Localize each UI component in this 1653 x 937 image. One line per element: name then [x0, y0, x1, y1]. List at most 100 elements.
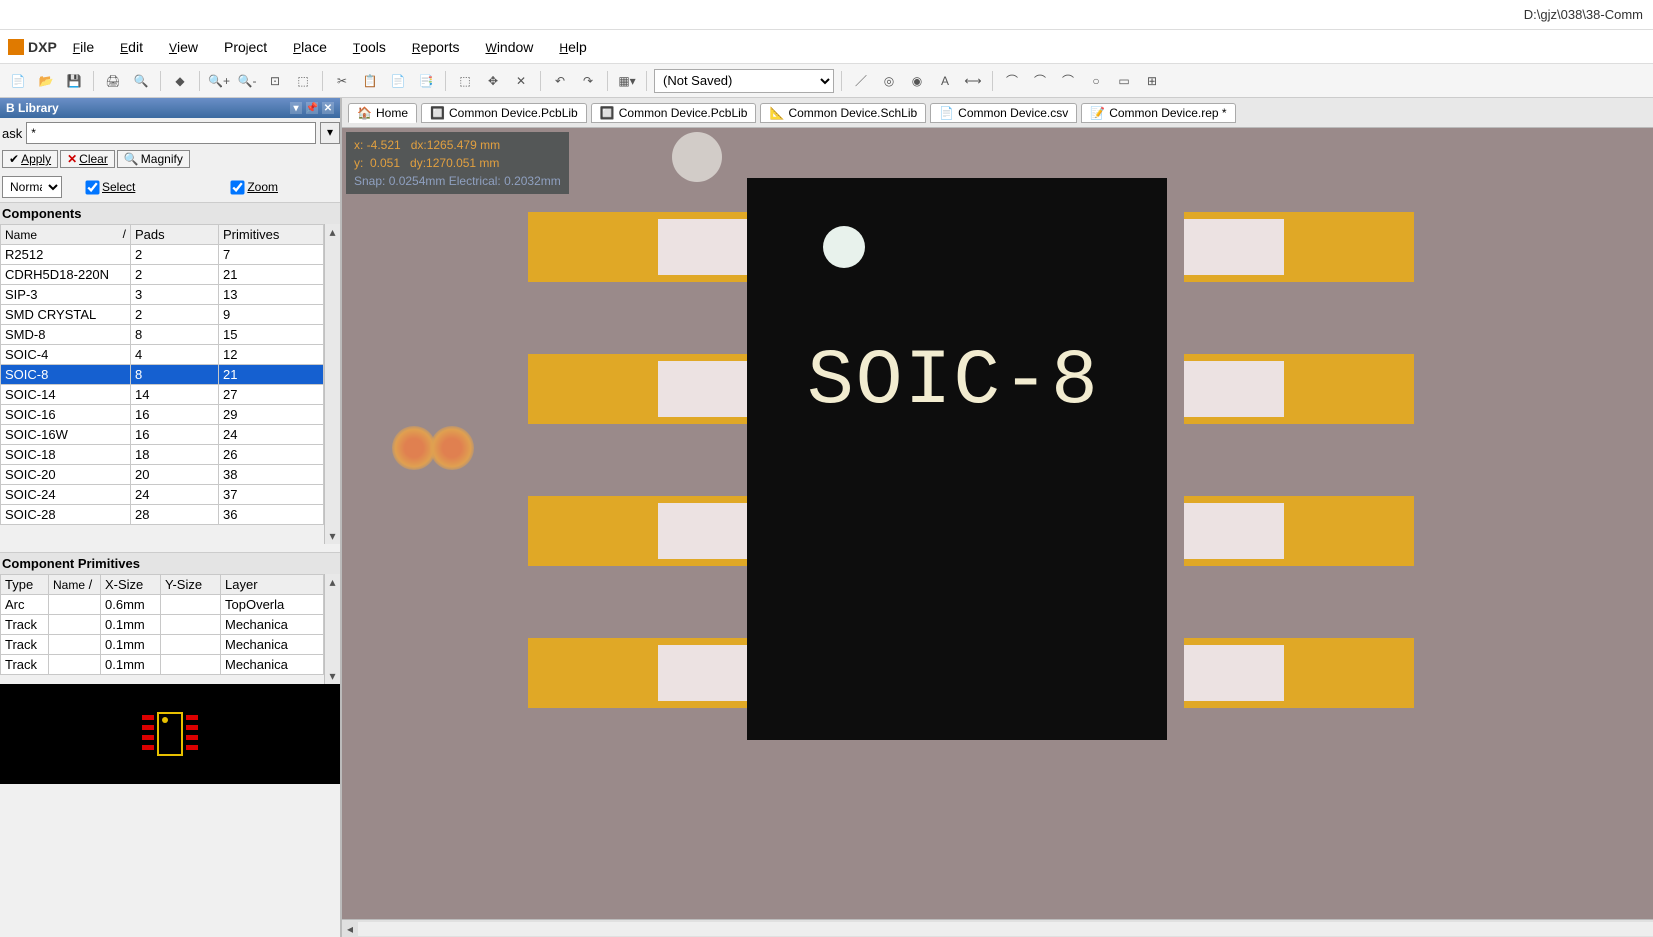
redo-icon[interactable]: ↷: [576, 69, 600, 93]
print-icon[interactable]: 🖨: [101, 69, 125, 93]
table-row[interactable]: SOIC-181826: [1, 445, 324, 465]
column-name2[interactable]: Name /: [49, 575, 101, 595]
primitives-table[interactable]: Type Name / X-Size Y-Size Layer Arc0.6mm…: [0, 574, 324, 675]
line-icon[interactable]: ／: [849, 69, 873, 93]
select-rect-icon[interactable]: ⬚: [453, 69, 477, 93]
column-primitives[interactable]: Primitives: [219, 225, 324, 245]
doc-tab[interactable]: 🏠Home: [348, 103, 417, 123]
paste-special-icon[interactable]: 📑: [414, 69, 438, 93]
table-row[interactable]: R251227: [1, 245, 324, 265]
doc-tab[interactable]: 📐Common Device.SchLib: [760, 103, 926, 123]
scroll-left-icon[interactable]: ◂: [342, 922, 358, 936]
open-icon[interactable]: 📂: [34, 69, 58, 93]
undo-icon[interactable]: ↶: [548, 69, 572, 93]
via-icon[interactable]: ◉: [905, 69, 929, 93]
table-row[interactable]: SOIC-141427: [1, 385, 324, 405]
panel-title-label: B Library: [6, 101, 59, 115]
menu-project[interactable]: Project: [214, 35, 277, 59]
panel-title-bar[interactable]: B Library ▾ 📌 ✕: [0, 98, 340, 118]
fill-icon[interactable]: ▭: [1112, 69, 1136, 93]
menu-place[interactable]: Place: [283, 35, 337, 59]
clear-button[interactable]: ✕Clear: [60, 150, 115, 168]
mask-dropdown-icon[interactable]: ▾: [320, 122, 340, 144]
panel-pin-icon[interactable]: 📌: [306, 102, 318, 114]
table-row[interactable]: Track0.1mmMechanica: [1, 635, 324, 655]
components-table[interactable]: Name/ Pads Primitives R251227CDRH5D18-22…: [0, 224, 324, 525]
mask-level-combo[interactable]: (Not Saved): [654, 69, 834, 93]
save-icon[interactable]: 💾: [62, 69, 86, 93]
primitives-scrollbar[interactable]: ▴ ▾: [324, 574, 340, 684]
mode-combo[interactable]: Normal: [2, 176, 62, 198]
select-checkbox[interactable]: Select: [86, 180, 135, 194]
column-layer[interactable]: Layer: [221, 575, 324, 595]
menu-tools[interactable]: Tools: [343, 35, 396, 59]
menu-view[interactable]: View: [159, 35, 208, 59]
table-row[interactable]: SIP-3313: [1, 285, 324, 305]
table-row[interactable]: Track0.1mmMechanica: [1, 655, 324, 675]
table-row[interactable]: Arc0.6mmTopOverla: [1, 595, 324, 615]
zoom-checkbox[interactable]: Zoom: [231, 180, 278, 194]
menu-help[interactable]: Help: [549, 35, 596, 59]
panel-close-icon[interactable]: ✕: [322, 102, 334, 114]
magnify-button[interactable]: 🔍Magnify: [117, 150, 190, 168]
table-row[interactable]: SMD-8815: [1, 325, 324, 345]
string-icon[interactable]: A: [933, 69, 957, 93]
circle-icon[interactable]: ○: [1084, 69, 1108, 93]
scroll-down-icon[interactable]: ▾: [325, 668, 340, 684]
coordinate-readout: x: -4.521 dx:1265.479 mm y: 0.051 dy:127…: [346, 132, 569, 194]
zoom-area-icon[interactable]: ⬚: [291, 69, 315, 93]
move-icon[interactable]: ✥: [481, 69, 505, 93]
horizontal-scrollbar[interactable]: ◂: [342, 919, 1653, 937]
mask-input[interactable]: *: [26, 122, 316, 144]
cut-icon[interactable]: ✂: [330, 69, 354, 93]
table-row[interactable]: SOIC-282836: [1, 505, 324, 525]
copy-icon[interactable]: 📋: [358, 69, 382, 93]
doc-tab[interactable]: 📝Common Device.rep *: [1081, 103, 1235, 123]
scroll-down-icon[interactable]: ▾: [325, 528, 340, 544]
zoom-fit-icon[interactable]: ⊡: [263, 69, 287, 93]
components-scrollbar[interactable]: ▴ ▾: [324, 224, 340, 544]
menu-edit[interactable]: Edit: [110, 35, 153, 59]
apply-button[interactable]: ✔Apply: [2, 150, 58, 168]
table-row[interactable]: SOIC-242437: [1, 485, 324, 505]
table-row[interactable]: SOIC-161629: [1, 405, 324, 425]
preview-icon[interactable]: 🔍: [129, 69, 153, 93]
menu-file[interactable]: File: [63, 35, 104, 59]
column-xsize[interactable]: X-Size: [101, 575, 161, 595]
menu-reports[interactable]: Reports: [402, 35, 470, 59]
zoom-in-icon[interactable]: 🔍+: [207, 69, 231, 93]
arc2-icon[interactable]: ⌒: [1028, 69, 1052, 93]
pcb-3d-viewer[interactable]: x: -4.521 dx:1265.479 mm y: 0.051 dy:127…: [342, 128, 1653, 919]
column-type[interactable]: Type: [1, 575, 49, 595]
menu-window[interactable]: Window: [475, 35, 543, 59]
column-pads[interactable]: Pads: [131, 225, 219, 245]
zoom-out-icon[interactable]: 🔍-: [235, 69, 259, 93]
dimension-icon[interactable]: ⟷: [961, 69, 985, 93]
arc3-icon[interactable]: ⌒: [1056, 69, 1080, 93]
table-row[interactable]: SMD CRYSTAL29: [1, 305, 324, 325]
pad-icon[interactable]: ◎: [877, 69, 901, 93]
arc1-icon[interactable]: ⌒: [1000, 69, 1024, 93]
table-row[interactable]: SOIC-16W1624: [1, 425, 324, 445]
panel-dropdown-icon[interactable]: ▾: [290, 102, 302, 114]
array-icon[interactable]: ⊞: [1140, 69, 1164, 93]
new-icon[interactable]: 📄: [6, 69, 30, 93]
paste-icon[interactable]: 📄: [386, 69, 410, 93]
doc-tab[interactable]: 📄Common Device.csv: [930, 103, 1077, 123]
table-row[interactable]: SOIC-8821: [1, 365, 324, 385]
table-row[interactable]: SOIC-202038: [1, 465, 324, 485]
table-row[interactable]: SOIC-4412: [1, 345, 324, 365]
table-row[interactable]: Track0.1mmMechanica: [1, 615, 324, 635]
layers-icon[interactable]: ◆: [168, 69, 192, 93]
column-ysize[interactable]: Y-Size: [161, 575, 221, 595]
deselect-icon[interactable]: ✕: [509, 69, 533, 93]
doc-tab[interactable]: 🔲Common Device.PcbLib: [421, 103, 587, 123]
column-name[interactable]: Name/: [1, 225, 131, 245]
document-tabs: 🏠Home🔲Common Device.PcbLib🔲Common Device…: [342, 98, 1653, 128]
grid-icon[interactable]: ▦▾: [615, 69, 639, 93]
table-row[interactable]: CDRH5D18-220N221: [1, 265, 324, 285]
scroll-up-icon[interactable]: ▴: [325, 574, 340, 590]
scroll-up-icon[interactable]: ▴: [325, 224, 340, 240]
app-logo[interactable]: DXP: [8, 39, 57, 55]
doc-tab[interactable]: 🔲Common Device.PcbLib: [591, 103, 757, 123]
